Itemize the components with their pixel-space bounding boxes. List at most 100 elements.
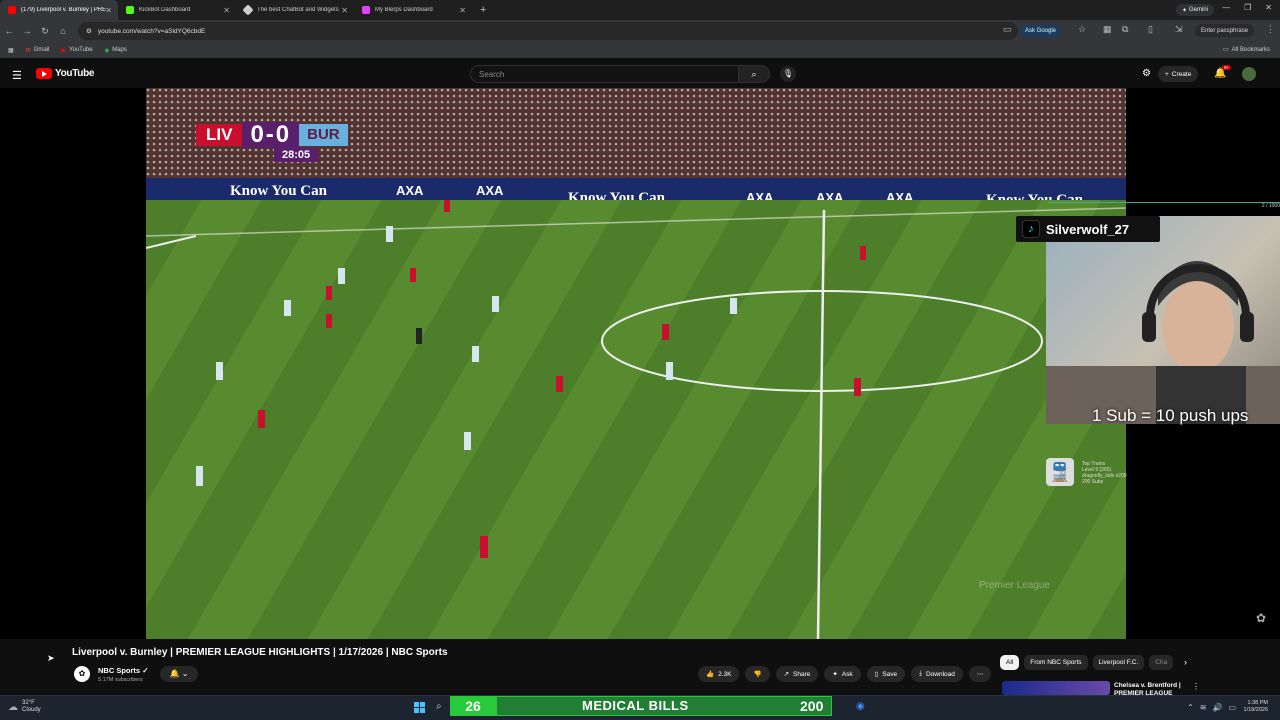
gemini-button[interactable]: ✦ Gemini xyxy=(1175,4,1214,16)
start-button-icon[interactable] xyxy=(414,702,425,713)
puzzle-icon[interactable]: ⧉ xyxy=(1122,24,1128,35)
youtube-header: ☰ YouTube Search ⌕ 🎙 ⚙ + Create 🔔 9+ xyxy=(0,60,1280,88)
tab-chatbot[interactable]: The best ChatBot and Widgets ✕ xyxy=(236,0,354,20)
recommended-video-thumbnail[interactable] xyxy=(1002,681,1110,695)
close-tab-icon[interactable]: ✕ xyxy=(105,6,112,15)
tab-kickbot[interactable]: KickBot Dashboard ✕ xyxy=(118,0,236,20)
folder-icon: ▭ xyxy=(1222,47,1229,53)
chip-from-nbc[interactable]: From NBC Sports xyxy=(1024,655,1088,670)
youtube-play-icon xyxy=(36,68,52,79)
cast-icon[interactable]: ⇲ xyxy=(1175,24,1183,35)
reload-icon[interactable]: ↻ xyxy=(36,26,54,37)
chip-liverpool[interactable]: Liverpool F.C. xyxy=(1092,655,1145,670)
passphrase-button[interactable]: Enter passphrase xyxy=(1195,24,1255,37)
chevron-up-icon[interactable]: ⌃ xyxy=(1187,703,1194,712)
bookmark-maps[interactable]: ◆ Maps xyxy=(105,47,127,54)
new-tab-button[interactable]: + xyxy=(472,4,494,16)
cloud-icon: ☁ xyxy=(8,701,18,713)
video-frame: Know You Can AXA AXA Know You Can AXA AX… xyxy=(146,88,1126,639)
search-input[interactable]: Search xyxy=(470,65,738,83)
recommended-video-title[interactable]: Chelsea v. Brentford | PREMIER LEAGUE xyxy=(1114,682,1188,696)
channel-avatar[interactable]: ✿ xyxy=(74,666,90,682)
youtube-favicon-icon xyxy=(8,6,16,14)
bookmark-icon: ▯ xyxy=(874,671,879,678)
menu-dots-icon[interactable]: ⋮ xyxy=(1266,24,1275,35)
minimize-icon[interactable]: — xyxy=(1222,3,1230,12)
chrome-taskbar-icon[interactable]: ◉ xyxy=(856,701,865,712)
chevron-right-icon[interactable]: › xyxy=(1184,657,1187,667)
like-button[interactable]: 👍 2.3K xyxy=(698,666,740,682)
bookmark-youtube[interactable]: ▶ YouTube xyxy=(61,47,92,54)
video-player[interactable]: Know You Can AXA AXA Know You Can AXA AX… xyxy=(0,88,1280,639)
blerp-favicon-icon xyxy=(362,6,370,14)
download-button[interactable]: ⤓ Download xyxy=(911,666,963,682)
address-bar-row: ← → ↻ ⌂ ⚙ youtube.com/watch?v=aSldYQ6cbd… xyxy=(0,20,1280,42)
ad-sponsor: AXA xyxy=(396,183,424,198)
windows-taskbar: ☁ 32°F Cloudy ⌕ 26 MEDICAL BILLS 200 ◉ ⌃ … xyxy=(0,695,1280,720)
close-tab-icon[interactable]: ✕ xyxy=(459,6,466,15)
close-tab-icon[interactable]: ✕ xyxy=(341,6,348,15)
taskbar-clock[interactable]: 1:38 PM 1/18/2026 xyxy=(1244,700,1268,714)
tab-youtube[interactable]: (179) Liverpool v. Burnley | PRE ✕ xyxy=(0,0,118,20)
video-title: Liverpool v. Burnley | PREMIER LEAGUE HI… xyxy=(72,647,448,658)
search-button[interactable]: ⌕ xyxy=(738,65,770,83)
ask-google-button[interactable]: Ask Google xyxy=(1020,25,1062,37)
close-tab-icon[interactable]: ✕ xyxy=(223,6,230,15)
overlay-progress: 2 / 1000 xyxy=(1048,202,1280,209)
extension-icon[interactable]: ▦ xyxy=(1103,24,1112,35)
cast-settings-icon[interactable]: ⚙ xyxy=(1142,68,1151,79)
recommended-more-icon[interactable]: ⋮ xyxy=(1192,682,1200,691)
plus-icon: + xyxy=(1165,70,1169,78)
close-window-icon[interactable]: ✕ xyxy=(1265,3,1272,12)
chip-chelsea[interactable]: Cha xyxy=(1149,655,1174,670)
sidepanel-icon[interactable]: ▯ xyxy=(1148,24,1153,35)
verified-icon: ✓ xyxy=(142,666,149,675)
back-icon[interactable]: ← xyxy=(0,26,18,36)
dislike-button[interactable]: 👎 xyxy=(745,666,770,682)
bell-icon: 🔔 ⌄ xyxy=(169,669,189,678)
maximize-icon[interactable]: ❐ xyxy=(1244,3,1251,12)
maps-icon: ◆ xyxy=(104,47,110,54)
forward-icon[interactable]: → xyxy=(18,26,36,36)
bookmarks-bar: ▦ ✉ Gmail ▶ YouTube ◆ Maps ▭ All Bookmarks xyxy=(0,42,1280,58)
more-actions-button[interactable]: ⋯ xyxy=(968,666,992,682)
train-icon: 🚆 xyxy=(1046,458,1074,486)
hamburger-menu-icon[interactable]: ☰ xyxy=(12,69,22,82)
voice-search-button[interactable]: 🎙 xyxy=(780,66,796,82)
tab-blerps[interactable]: My Blerps Dashboard ✕ xyxy=(354,0,472,20)
battery-icon[interactable]: ▭ xyxy=(1228,703,1236,712)
chip-all[interactable]: All xyxy=(1000,655,1020,670)
home-icon[interactable]: ⌂ xyxy=(54,26,72,36)
goal-target-value: 200 xyxy=(800,698,824,714)
apps-icon[interactable]: ▦ xyxy=(8,47,14,54)
url-field[interactable]: ⚙ youtube.com/watch?v=aSldYQ6cbdE xyxy=(78,22,1018,40)
share-icon: ↗ xyxy=(783,671,790,678)
speaker-icon[interactable]: 🔊 xyxy=(1212,703,1222,712)
wifi-icon[interactable]: ≋ xyxy=(1200,703,1207,712)
create-button[interactable]: + Create xyxy=(1158,66,1199,82)
channel-name[interactable]: NBC Sports ✓ xyxy=(98,666,148,675)
weather-widget[interactable]: ☁ 32°F Cloudy xyxy=(8,700,41,714)
window-controls: — ❐ ✕ xyxy=(1222,3,1272,12)
pitch-scene: Know You Can AXA AXA Know You Can AXA AX… xyxy=(146,88,1126,639)
url-text: youtube.com/watch?v=aSldYQ6cbdE xyxy=(97,27,206,35)
notification-count-badge: 9+ xyxy=(1222,65,1232,70)
all-bookmarks-button[interactable]: ▭ All Bookmarks xyxy=(1222,46,1270,54)
premier-league-watermark: Premier League xyxy=(978,580,1050,591)
sparkle-icon: ✦ xyxy=(832,671,838,678)
streamer-figure xyxy=(1046,261,1280,424)
account-avatar[interactable] xyxy=(1242,67,1256,81)
tab-label: My Blerps Dashboard xyxy=(375,7,433,13)
youtube-logo[interactable]: YouTube xyxy=(36,68,95,79)
ask-button[interactable]: ✦ Ask xyxy=(824,666,861,682)
share-button[interactable]: ↗ Share xyxy=(775,666,819,682)
subscription-bell-button[interactable]: 🔔 ⌄ xyxy=(160,666,198,682)
install-icon[interactable]: ▭ xyxy=(1003,24,1012,35)
star-icon[interactable]: ☆ xyxy=(1078,24,1086,35)
save-button[interactable]: ▯ Save xyxy=(866,666,906,682)
bookmark-gmail[interactable]: ✉ Gmail xyxy=(26,47,50,54)
site-info-icon[interactable]: ⚙ xyxy=(86,27,92,35)
youtube-icon: ▶ xyxy=(61,47,66,54)
webcam-overlay xyxy=(1046,216,1280,424)
taskbar-search-icon[interactable]: ⌕ xyxy=(436,701,442,712)
